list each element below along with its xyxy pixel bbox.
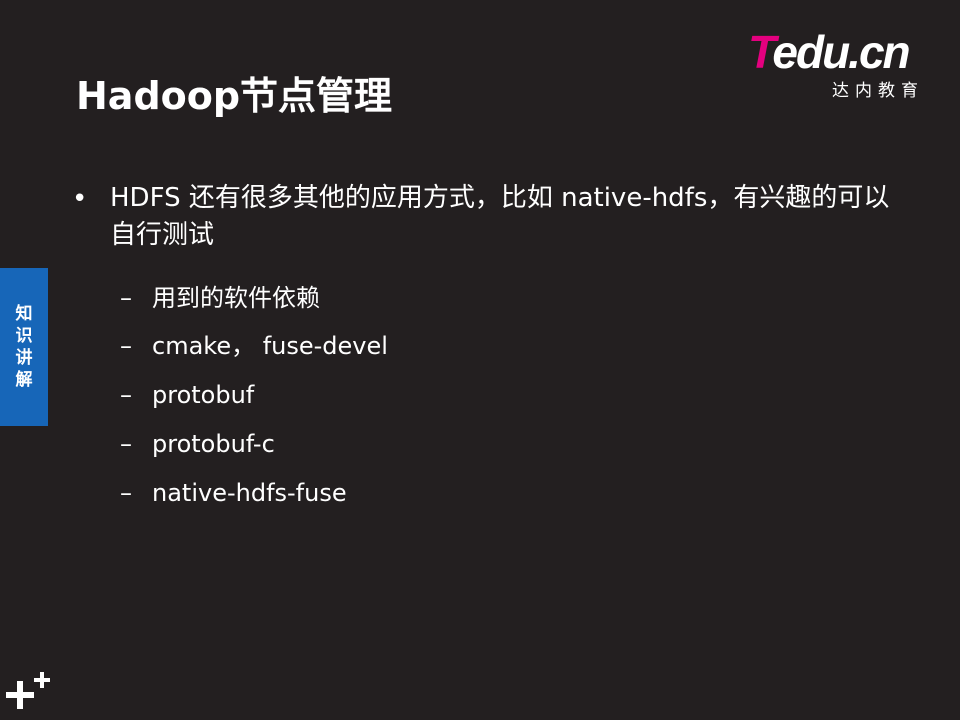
bullet-text: HDFS 还有很多其他的应用方式，比如 native-hdfs，有兴趣的可以自行… [110, 183, 890, 250]
sub-item-dash: – [120, 284, 132, 312]
slide-content: • HDFS 还有很多其他的应用方式，比如 native-hdfs，有兴趣的可以… [0, 0, 960, 720]
sub-item-text: cmake， fuse-devel [152, 332, 388, 360]
sub-item-text: native-hdfs-fuse [152, 479, 347, 507]
sub-item-dash: – [120, 479, 132, 507]
sub-item-dash: – [120, 430, 132, 458]
plus-icon [6, 672, 50, 709]
sub-item-text: protobuf [152, 381, 255, 409]
sub-item-text: 用到的软件依赖 [152, 284, 320, 312]
sub-item-text: protobuf-c [152, 430, 275, 458]
sub-item-dash: – [120, 381, 132, 409]
bullet-dot: • [72, 184, 88, 214]
sub-item-dash: – [120, 332, 132, 360]
